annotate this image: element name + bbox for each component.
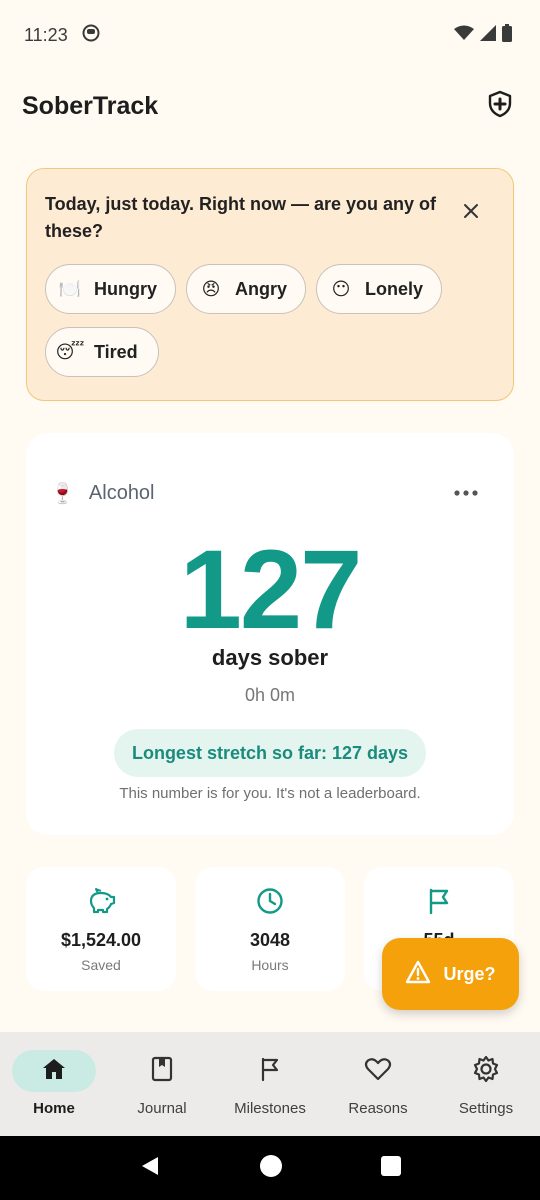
sleepy-face-icon: 😴 <box>55 341 85 362</box>
more-options-button[interactable] <box>454 483 478 501</box>
stat-value: $1,524.00 <box>60 930 142 950</box>
nav-label: Home <box>33 1100 75 1117</box>
stat-label: Hours <box>251 957 289 973</box>
clock-icon <box>256 887 284 920</box>
urge-button[interactable]: Urge? <box>382 938 519 1010</box>
angry-face-icon: 😠 <box>201 278 221 299</box>
piggy-bank-icon <box>86 887 116 920</box>
longest-stretch-badge: Longest stretch so far: 127 days <box>114 729 426 777</box>
chip-label: Hungry <box>94 278 157 299</box>
nav-home[interactable]: Home <box>0 1032 108 1136</box>
halt-prompt-card: Today, just today. Right now — are you a… <box>26 168 514 401</box>
elapsed-time: 0h 0m <box>244 685 296 705</box>
nav-label: Milestones <box>234 1100 306 1117</box>
status-bar: 11:23 <box>0 0 540 70</box>
recents-icon[interactable] <box>381 1155 401 1181</box>
days-sober-label: days sober <box>211 645 329 670</box>
status-time: 11:23 <box>24 24 68 45</box>
nav-milestones[interactable]: Milestones <box>216 1032 324 1136</box>
chip-tired[interactable]: 😴 Tired <box>45 327 159 377</box>
lonely-face-icon: 😶 <box>331 278 351 299</box>
journal-icon <box>150 1056 174 1087</box>
back-icon[interactable] <box>139 1155 161 1182</box>
dismiss-prompt-button[interactable] <box>463 203 479 224</box>
habit-name: Alcohol <box>88 482 155 504</box>
close-icon <box>463 204 479 223</box>
chip-label: Tired <box>94 341 138 362</box>
shield-plus-icon <box>487 90 513 123</box>
counter-note: This number is for you. It's not a leade… <box>119 785 421 802</box>
habit-header: 🍷 Alcohol <box>50 481 155 506</box>
wine-glass-icon: 🍷 <box>50 483 75 505</box>
plate-icon: 🍽️ <box>58 278 82 299</box>
battery-icon <box>502 23 512 47</box>
flag-icon <box>258 1056 282 1087</box>
stat-value: 3048 <box>249 930 291 950</box>
system-navigation-bar <box>0 1136 540 1200</box>
flag-icon <box>426 887 452 920</box>
chip-angry[interactable]: 😠 Angry <box>186 264 306 314</box>
notification-icon <box>82 24 100 47</box>
safety-button[interactable] <box>480 86 520 126</box>
stat-card-saved[interactable]: $1,524.00 Saved <box>26 867 176 991</box>
halt-question: Today, just today. Right now — are you a… <box>45 194 437 241</box>
bottom-navigation: Home Journal Milestones Reasons Settings <box>0 1032 540 1136</box>
home-icon <box>41 1057 67 1086</box>
chip-hungry[interactable]: 🍽️ Hungry <box>45 264 176 314</box>
wifi-icon <box>454 25 474 46</box>
chip-lonely[interactable]: 😶 Lonely <box>316 264 442 314</box>
heart-icon <box>364 1057 392 1086</box>
gear-icon <box>472 1055 500 1088</box>
stat-label: Saved <box>81 957 121 973</box>
chip-label: Lonely <box>365 278 424 299</box>
app-bar: SoberTrack <box>0 70 540 142</box>
stat-card-hours[interactable]: 3048 Hours <box>195 867 345 991</box>
chip-label: Angry <box>235 278 288 299</box>
more-horizontal-icon <box>454 483 478 500</box>
app-title: SoberTrack <box>22 91 159 120</box>
nav-journal[interactable]: Journal <box>108 1032 216 1136</box>
nav-label: Settings <box>458 1100 514 1117</box>
nav-settings[interactable]: Settings <box>432 1032 540 1136</box>
sobriety-counter-card: 🍷 Alcohol 127 days sober 0h 0m Longest s… <box>26 433 514 835</box>
nav-label: Journal <box>137 1100 187 1117</box>
home-circle-icon[interactable] <box>259 1154 283 1183</box>
urge-label: Urge? <box>443 963 496 984</box>
warning-icon <box>405 960 431 989</box>
signal-icon <box>480 24 496 46</box>
days-count: 127 <box>179 527 363 652</box>
nav-reasons[interactable]: Reasons <box>324 1032 432 1136</box>
nav-label: Reasons <box>348 1100 408 1117</box>
